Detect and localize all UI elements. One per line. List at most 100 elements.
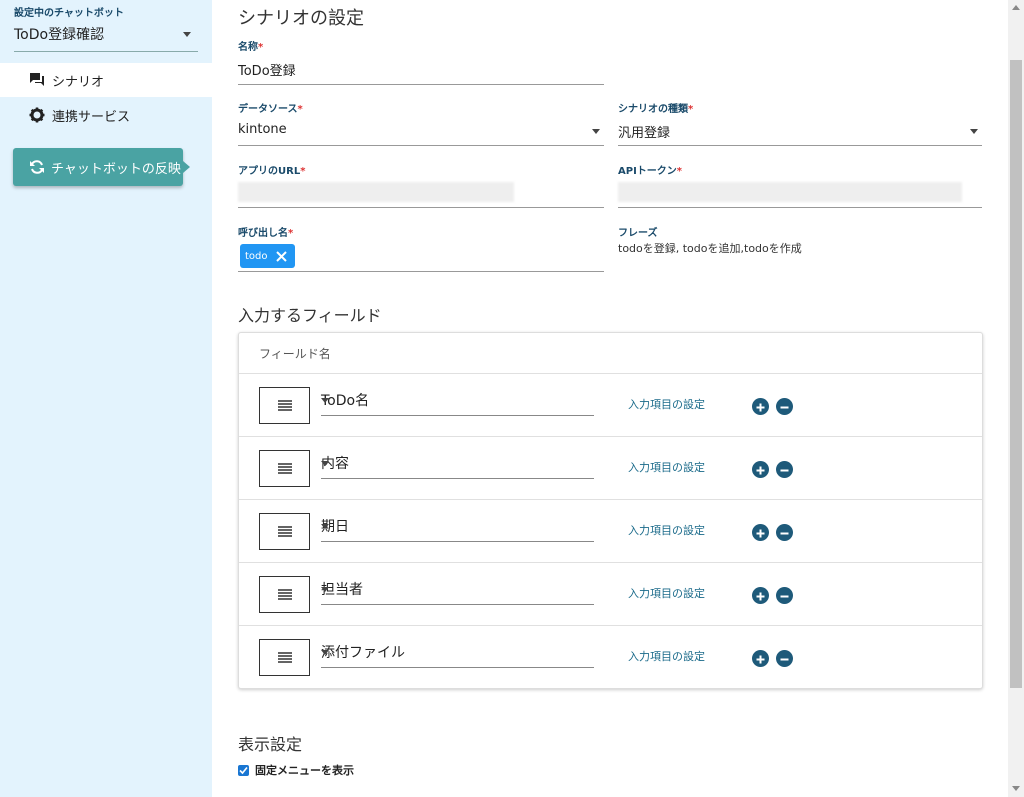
sync-icon — [29, 159, 45, 175]
remove-row-button[interactable] — [776, 524, 793, 541]
app-url-input[interactable] — [238, 182, 514, 202]
current-bot-label: 設定中のチャットボット — [14, 8, 124, 19]
checkbox-label: 固定メニューを表示 — [255, 764, 354, 777]
datasource-label-text: データソース — [238, 104, 298, 115]
add-row-button[interactable] — [752, 398, 769, 415]
table-row: 担当者 入力項目の設定 — [239, 563, 982, 626]
phrase-label: フレーズ — [618, 228, 658, 239]
api-token-input[interactable] — [618, 182, 962, 202]
name-underline — [238, 84, 604, 85]
datasource-value: kintone — [238, 122, 287, 137]
scrollbar-thumb[interactable] — [1010, 60, 1022, 688]
bot-select[interactable]: ToDo登録確認 — [14, 22, 198, 52]
remove-row-button[interactable] — [776, 587, 793, 604]
name-label-text: 名称 — [238, 42, 258, 53]
required-mark: * — [297, 104, 303, 115]
scenario-type-select[interactable]: 汎用登録 — [618, 118, 982, 146]
input-settings-link[interactable]: 入力項目の設定 — [628, 459, 705, 475]
scenario-type-label-text: シナリオの種類 — [618, 104, 688, 115]
drag-handle[interactable] — [259, 513, 310, 550]
datasource-select[interactable]: kintone — [238, 118, 604, 146]
remove-row-button[interactable] — [776, 398, 793, 415]
required-mark: * — [258, 42, 264, 53]
fixed-menu-checkbox[interactable] — [238, 764, 249, 776]
field-select[interactable]: 担当者 — [321, 577, 594, 605]
api-token-underline — [618, 207, 982, 208]
datasource-label: データソース* — [238, 100, 303, 115]
nav-item-label: シナリオ — [52, 74, 105, 90]
menu-lines-icon — [277, 459, 292, 478]
caret-down-icon — [321, 524, 329, 529]
reflect-chatbot-button[interactable]: チャットボットの反映 — [13, 148, 190, 186]
required-mark: * — [300, 166, 306, 177]
input-settings-link[interactable]: 入力項目の設定 — [628, 648, 705, 664]
name-input[interactable]: ToDo登録 — [238, 60, 296, 79]
bot-select-value: ToDo登録確認 — [14, 27, 105, 43]
display-section-title: 表示設定 — [238, 735, 303, 754]
chip-label: todo — [245, 250, 268, 262]
remove-row-button[interactable] — [776, 650, 793, 667]
caret-down-icon — [321, 587, 329, 592]
minus-icon — [780, 460, 789, 479]
app-url-label: アプリのURL* — [238, 162, 305, 177]
caret-down-icon — [321, 461, 329, 466]
sidebar: 設定中のチャットボット ToDo登録確認 シナリオ 連携サービス チャットボット… — [0, 0, 212, 797]
field-select-value: 添付ファイル — [321, 645, 405, 661]
api-token-label-text: APIトークン — [618, 166, 677, 177]
field-select[interactable]: 内容 — [321, 451, 594, 479]
scenario-type-value: 汎用登録 — [618, 126, 671, 141]
required-mark: * — [676, 166, 683, 177]
scroll-up-arrow-icon[interactable] — [1012, 5, 1020, 10]
caret-down-icon — [183, 32, 191, 37]
menu-lines-icon — [277, 648, 292, 667]
app-url-label-text: アプリのURL — [238, 166, 301, 177]
close-icon[interactable] — [275, 250, 287, 262]
plus-icon — [756, 397, 765, 416]
input-settings-link[interactable]: 入力項目の設定 — [628, 396, 705, 412]
main-content: シナリオの設定 名称* ToDo登録 データソース* kintone シナリオの… — [212, 0, 1008, 797]
minus-icon — [780, 586, 789, 605]
api-token-label: APIトークン* — [618, 162, 682, 177]
menu-lines-icon — [277, 396, 292, 415]
phrase-value: todoを登録, todoを追加,todoを作成 — [618, 242, 802, 255]
remove-row-button[interactable] — [776, 461, 793, 478]
table-row: ToDo名 入力項目の設定 — [239, 374, 982, 437]
drag-handle[interactable] — [259, 576, 310, 613]
input-settings-link[interactable]: 入力項目の設定 — [628, 522, 705, 538]
fields-section-title: 入力するフィールド — [238, 306, 382, 325]
required-mark: * — [288, 228, 294, 239]
add-row-button[interactable] — [752, 650, 769, 667]
input-settings-link[interactable]: 入力項目の設定 — [628, 585, 705, 601]
minus-icon — [780, 649, 789, 668]
add-row-button[interactable] — [752, 524, 769, 541]
call-name-label: 呼び出し名* — [238, 224, 293, 239]
add-row-button[interactable] — [752, 461, 769, 478]
nav-item-integration[interactable]: 連携サービス — [0, 98, 212, 132]
field-select[interactable]: 期日 — [321, 514, 594, 542]
plus-icon — [756, 523, 765, 542]
field-select[interactable]: 添付ファイル — [321, 640, 594, 668]
chat-icon — [28, 71, 46, 89]
nav-item-label: 連携サービス — [52, 109, 131, 125]
add-row-button[interactable] — [752, 587, 769, 604]
fixed-menu-option: 固定メニューを表示 — [238, 762, 354, 778]
scroll-down-arrow-icon[interactable] — [1012, 786, 1020, 791]
plus-icon — [756, 460, 765, 479]
required-mark: * — [688, 104, 694, 115]
drag-handle[interactable] — [259, 387, 310, 424]
nav-item-scenario[interactable]: シナリオ — [0, 63, 212, 97]
caret-down-icon — [592, 129, 600, 134]
page-title: シナリオの設定 — [238, 8, 364, 29]
call-name-underline — [238, 271, 604, 272]
reflect-button-label: チャットボットの反映 — [51, 161, 181, 177]
drag-handle[interactable] — [259, 639, 310, 676]
caret-down-icon — [321, 398, 329, 403]
call-name-label-text: 呼び出し名 — [238, 228, 288, 239]
caret-down-icon — [321, 650, 329, 655]
fields-table: フィールド名 ToDo名 入力項目の設定 内容 入力項目の設定 期日 入力項目の設定 担当者… — [238, 332, 983, 689]
call-name-chip[interactable]: todo — [240, 244, 295, 268]
caret-down-icon — [970, 129, 978, 134]
name-label: 名称* — [238, 38, 263, 53]
field-select[interactable]: ToDo名 — [321, 388, 594, 416]
drag-handle[interactable] — [259, 450, 310, 487]
